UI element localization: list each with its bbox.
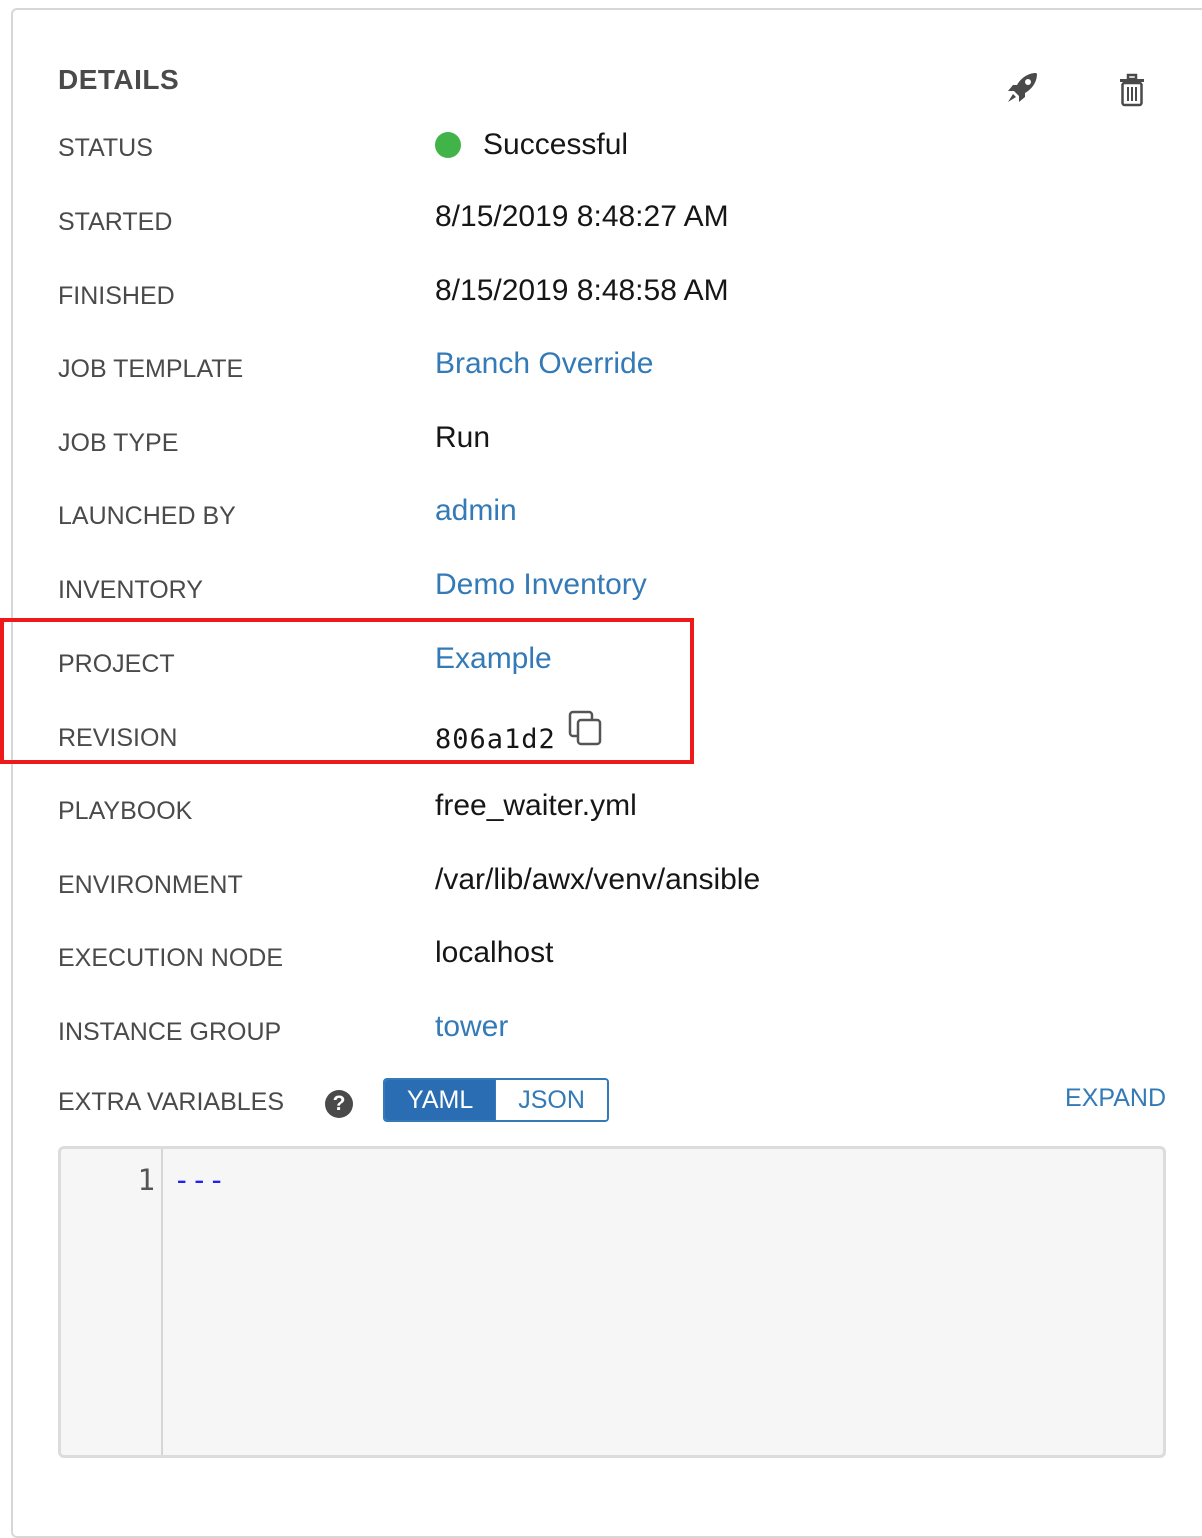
launched-by-link[interactable]: admin [435,494,517,528]
inventory-link[interactable]: Demo Inventory [435,568,647,602]
playbook-value: free_waiter.yml [435,789,637,822]
revision-value: 806a1d2 [435,710,604,762]
trash-icon [1120,73,1144,107]
instance-group-link[interactable]: tower [435,1010,508,1044]
revision-hash: 806a1d2 [435,723,556,755]
relaunch-button[interactable] [1000,66,1044,110]
project-label: PROJECT [58,650,175,678]
finished-row: FINISHED 8/15/2019 8:48:58 AM [58,274,1158,314]
instance-group-row: INSTANCE GROUP tower [58,1010,1158,1050]
status-text: Successful [483,128,629,161]
started-value: 8/15/2019 8:48:27 AM [435,200,729,233]
job-type-value: Run [435,421,491,454]
execution-node-value: localhost [435,936,554,969]
line-number: 1 [137,1163,155,1197]
inventory-row: INVENTORY Demo Inventory [58,568,1158,608]
playbook-row: PLAYBOOK free_waiter.yml [58,789,1158,829]
expand-link[interactable]: EXPAND [1065,1084,1166,1113]
job-type-row: JOB TYPE Run [58,421,1158,461]
question-circle-icon[interactable]: ? [325,1090,353,1118]
status-value: Successful [435,128,628,162]
execution-node-label: EXECUTION NODE [58,944,284,972]
launched-by-label: LAUNCHED BY [58,502,236,530]
project-link[interactable]: Example [435,642,552,676]
status-row: STATUS Successful [58,126,1158,166]
job-type-label: JOB TYPE [58,429,179,457]
finished-value: 8/15/2019 8:48:58 AM [435,274,729,307]
environment-value: /var/lib/awx/venv/ansible [435,863,761,896]
environment-label: ENVIRONMENT [58,871,243,899]
revision-row: REVISION 806a1d2 [58,710,1158,756]
inventory-label: INVENTORY [58,576,203,604]
job-template-link[interactable]: Branch Override [435,347,653,381]
instance-group-label: INSTANCE GROUP [58,1018,282,1046]
status-success-icon [435,132,461,158]
json-toggle-button[interactable]: JSON [495,1080,607,1120]
started-label: STARTED [58,208,173,236]
finished-label: FINISHED [58,282,175,310]
job-template-label: JOB TEMPLATE [58,355,244,383]
rocket-icon [1008,73,1037,102]
started-row: STARTED 8/15/2019 8:48:27 AM [58,200,1158,240]
revision-label: REVISION [58,724,178,752]
environment-row: ENVIRONMENT /var/lib/awx/venv/ansible [58,863,1158,903]
extra-variables-row: EXTRA VARIABLES ? YAML JSON EXPAND [58,1078,1168,1126]
extra-variables-label: EXTRA VARIABLES [58,1088,285,1116]
execution-node-row: EXECUTION NODE localhost [58,936,1158,976]
job-template-row: JOB TEMPLATE Branch Override [58,347,1158,387]
yaml-json-toggle: YAML JSON [383,1078,609,1122]
launched-by-row: LAUNCHED BY admin [58,494,1158,534]
copy-icon[interactable] [568,710,604,756]
project-row: PROJECT Example [58,642,1158,682]
yaml-toggle-button[interactable]: YAML [385,1080,496,1120]
playbook-label: PLAYBOOK [58,797,193,825]
panel-title: DETAILS [58,64,180,95]
delete-button[interactable] [1110,68,1154,112]
status-label: STATUS [58,134,153,162]
code-line: --- [173,1163,226,1197]
extra-variables-editor[interactable]: 1 --- [58,1146,1166,1458]
editor-gutter: 1 [61,1149,163,1455]
